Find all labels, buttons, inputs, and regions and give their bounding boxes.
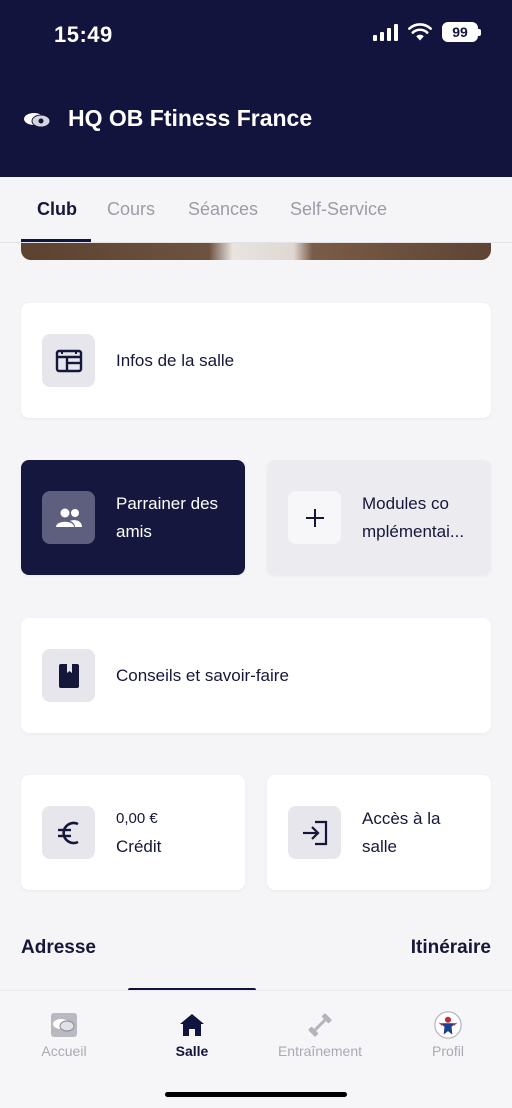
modules-label-line2: mplémentai...	[362, 522, 465, 541]
cellular-signal-icon	[373, 23, 398, 41]
address-title: Adresse	[21, 937, 96, 958]
infos-salle-card[interactable]: Infos de la salle	[21, 303, 491, 418]
wifi-icon	[408, 23, 432, 41]
nav-entrainement[interactable]: Entraînement	[256, 1011, 384, 1059]
login-icon	[302, 820, 327, 845]
referral-label-line1: Parrainer des	[116, 494, 219, 513]
credit-label: 0,00 € Crédit	[116, 805, 161, 861]
nav-accueil-label: Accueil	[41, 1043, 87, 1059]
bottom-navigation: Accueil Salle Entraînement Profil	[0, 990, 512, 1108]
club-logo-icon	[24, 113, 51, 128]
referral-icon-box	[42, 491, 95, 544]
modules-label: Modules co mplémentai...	[362, 490, 464, 546]
battery-icon: 99	[442, 22, 481, 42]
infos-salle-label: Infos de la salle	[116, 351, 235, 370]
referral-label-line2: amis	[116, 522, 152, 541]
status-time: 15:49	[54, 22, 113, 47]
people-icon	[55, 508, 82, 527]
tips-label: Conseils et savoir-faire	[116, 666, 289, 685]
app-header: 15:49 99 HQ OB Ftiness France	[0, 0, 512, 177]
access-icon-box	[288, 806, 341, 859]
active-tab-indicator	[21, 239, 91, 242]
tab-cours[interactable]: Cours	[107, 199, 155, 220]
status-icons: 99	[373, 22, 481, 42]
club-name: HQ OB Ftiness France	[68, 105, 313, 131]
home-icon	[178, 1011, 206, 1039]
modules-card[interactable]: Modules co mplémentai...	[267, 460, 491, 575]
referral-card[interactable]: Parrainer des amis	[21, 460, 245, 575]
tab-club[interactable]: Club	[37, 199, 77, 220]
tips-icon-box	[42, 649, 95, 702]
nav-profil[interactable]: Profil	[384, 1011, 512, 1059]
modules-label-line1: Modules co	[362, 494, 449, 513]
credit-icon-box	[42, 806, 95, 859]
referral-label: Parrainer des amis	[116, 490, 218, 546]
access-label-line2: salle	[362, 837, 397, 856]
home-indicator	[165, 1092, 347, 1097]
building-icon	[55, 349, 82, 372]
dumbbell-icon	[306, 1011, 334, 1039]
credit-card[interactable]: 0,00 € Crédit	[21, 775, 245, 890]
nav-salle-label: Salle	[175, 1043, 209, 1059]
nav-profil-label: Profil	[432, 1043, 464, 1059]
club-logo-icon	[50, 1011, 78, 1039]
plus-icon	[305, 508, 324, 527]
access-label-line1: Accès à la	[362, 809, 441, 828]
modules-icon-box	[288, 491, 341, 544]
tips-card[interactable]: Conseils et savoir-faire	[21, 618, 491, 733]
nav-salle[interactable]: Salle	[128, 1011, 256, 1059]
access-card[interactable]: Accès à la salle	[267, 775, 491, 890]
tab-seances[interactable]: Séances	[188, 199, 258, 220]
access-label: Accès à la salle	[362, 805, 440, 861]
tab-self-service[interactable]: Self-Service	[290, 199, 387, 220]
nav-entrainement-label: Entraînement	[277, 1043, 363, 1059]
nav-accueil[interactable]: Accueil	[0, 1011, 128, 1059]
infos-icon-box	[42, 334, 95, 387]
book-icon	[58, 663, 79, 688]
avatar-icon	[434, 1011, 462, 1039]
credit-amount: 0,00 €	[116, 810, 158, 827]
tab-bar: Club Cours Séances Self-Service	[0, 177, 512, 243]
club-photo-banner	[21, 243, 491, 260]
credit-text: Crédit	[116, 837, 162, 856]
itinerary-link[interactable]: Itinéraire	[411, 937, 491, 959]
euro-icon	[57, 821, 79, 844]
